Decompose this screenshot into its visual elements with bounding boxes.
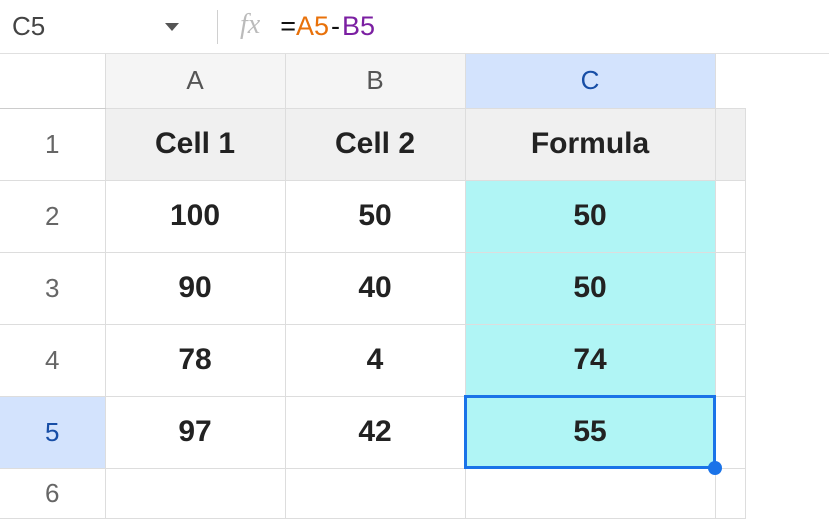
edge-cell bbox=[715, 468, 745, 518]
edge-cell bbox=[715, 396, 745, 468]
select-all-corner[interactable] bbox=[0, 54, 105, 108]
cell-a4[interactable]: 78 bbox=[105, 324, 285, 396]
column-header-a[interactable]: A bbox=[105, 54, 285, 108]
formula-bar-row: C5 fx = A5 - B5 bbox=[0, 0, 829, 54]
formula-ref-a5: A5 bbox=[296, 11, 329, 42]
cell-c5[interactable]: 55 bbox=[465, 396, 715, 468]
spreadsheet-grid[interactable]: A B C 1 Cell 1 Cell 2 Formula 2 100 50 5… bbox=[0, 54, 829, 519]
row-header-2[interactable]: 2 bbox=[0, 180, 105, 252]
cell-b6[interactable] bbox=[285, 468, 465, 518]
edge-cell bbox=[715, 252, 745, 324]
edge-cell bbox=[715, 108, 745, 180]
cell-b4[interactable]: 4 bbox=[285, 324, 465, 396]
cell-b2[interactable]: 50 bbox=[285, 180, 465, 252]
cell-a1[interactable]: Cell 1 bbox=[105, 108, 285, 180]
row-header-1[interactable]: 1 bbox=[0, 108, 105, 180]
formula-ref-b5: B5 bbox=[342, 11, 375, 42]
chevron-down-icon[interactable] bbox=[165, 23, 179, 31]
cell-a6[interactable] bbox=[105, 468, 285, 518]
cell-c2[interactable]: 50 bbox=[465, 180, 715, 252]
cell-c5-value: 55 bbox=[573, 415, 606, 448]
cell-a2[interactable]: 100 bbox=[105, 180, 285, 252]
cell-c1[interactable]: Formula bbox=[465, 108, 715, 180]
cell-b3[interactable]: 40 bbox=[285, 252, 465, 324]
name-box-text: C5 bbox=[12, 11, 165, 42]
column-header-b[interactable]: B bbox=[285, 54, 465, 108]
name-box[interactable]: C5 bbox=[12, 11, 207, 42]
row-header-3[interactable]: 3 bbox=[0, 252, 105, 324]
cell-c6[interactable] bbox=[465, 468, 715, 518]
cell-b1[interactable]: Cell 2 bbox=[285, 108, 465, 180]
formula-bar[interactable]: = A5 - B5 bbox=[280, 11, 375, 42]
fx-icon: fx bbox=[240, 9, 260, 41]
row-header-4[interactable]: 4 bbox=[0, 324, 105, 396]
row-header-6[interactable]: 6 bbox=[0, 468, 105, 518]
cell-a3[interactable]: 90 bbox=[105, 252, 285, 324]
cell-c3[interactable]: 50 bbox=[465, 252, 715, 324]
divider bbox=[217, 10, 218, 44]
edge-cell bbox=[715, 180, 745, 252]
edge-cell bbox=[715, 324, 745, 396]
fill-handle[interactable] bbox=[708, 461, 722, 475]
cell-b5[interactable]: 42 bbox=[285, 396, 465, 468]
cell-c4[interactable]: 74 bbox=[465, 324, 715, 396]
formula-equals: = bbox=[280, 11, 296, 42]
row-header-5[interactable]: 5 bbox=[0, 396, 105, 468]
formula-operator: - bbox=[331, 11, 340, 42]
column-header-c[interactable]: C bbox=[465, 54, 715, 108]
cell-a5[interactable]: 97 bbox=[105, 396, 285, 468]
edge-column bbox=[715, 54, 745, 108]
